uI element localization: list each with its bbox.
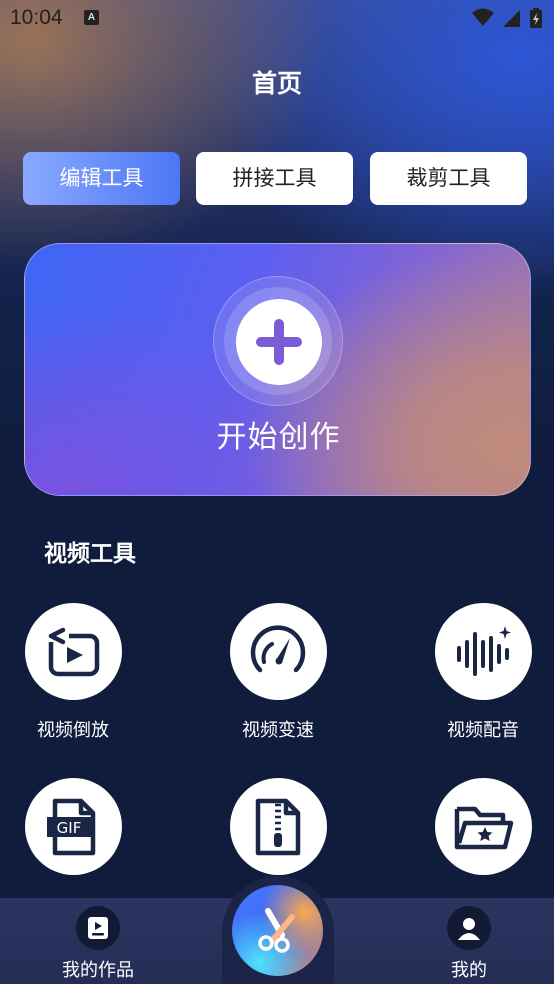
nav-mine[interactable]: 我的 bbox=[414, 906, 524, 982]
tab-crop-tools[interactable]: 裁剪工具 bbox=[370, 152, 527, 205]
tool-label: 视频配音 bbox=[447, 720, 519, 741]
tool-video-reverse[interactable]: 视频倒放 bbox=[3, 603, 143, 742]
tool-tabs: 编辑工具 拼接工具 裁剪工具 bbox=[23, 152, 531, 206]
center-create-button[interactable] bbox=[232, 885, 323, 976]
tab-join-tools[interactable]: 拼接工具 bbox=[196, 152, 353, 205]
battery-charging-icon bbox=[530, 8, 542, 28]
status-bar: 10:04 A bbox=[0, 0, 554, 38]
svg-text:GIF: GIF bbox=[57, 819, 82, 837]
scissors-icon bbox=[257, 907, 295, 953]
tool-label: 视频变速 bbox=[242, 720, 314, 741]
video-tools-title: 视频工具 bbox=[44, 541, 136, 567]
plus-icon bbox=[256, 319, 302, 365]
nav-my-works-label: 我的作品 bbox=[62, 960, 134, 981]
zip-file-icon bbox=[255, 798, 301, 855]
signal-icon bbox=[502, 10, 520, 27]
plus-ring bbox=[213, 276, 343, 406]
plus-button[interactable] bbox=[236, 299, 322, 385]
voice-wave-icon bbox=[457, 625, 511, 676]
reverse-play-icon bbox=[47, 627, 100, 676]
nav-my-works[interactable]: 我的作品 bbox=[43, 906, 153, 982]
tool-video-speed[interactable]: 视频变速 bbox=[208, 603, 348, 742]
nav-mine-label: 我的 bbox=[451, 960, 487, 981]
works-icon bbox=[88, 917, 108, 939]
tool-video-dubbing[interactable]: 视频配音 bbox=[413, 603, 553, 742]
tool-label: 视频倒放 bbox=[37, 720, 109, 741]
folder-star-icon bbox=[454, 806, 514, 849]
system-icons bbox=[468, 8, 542, 28]
start-creation-label: 开始创作 bbox=[216, 420, 341, 455]
page-title: 首页 bbox=[251, 69, 302, 98]
user-icon bbox=[458, 918, 480, 940]
start-creation-card[interactable]: 开始创作 bbox=[24, 243, 531, 496]
tab-edit-tools[interactable]: 编辑工具 bbox=[23, 152, 180, 205]
status-time: 10:04 bbox=[10, 6, 63, 29]
tool-gif[interactable]: GIF bbox=[3, 778, 143, 875]
a-letter-icon: A bbox=[84, 10, 99, 25]
wifi-icon bbox=[471, 8, 494, 26]
speedometer-icon bbox=[250, 624, 306, 672]
tool-compress[interactable] bbox=[208, 778, 348, 875]
gif-file-icon: GIF bbox=[47, 798, 96, 855]
tool-folder[interactable] bbox=[413, 778, 553, 875]
